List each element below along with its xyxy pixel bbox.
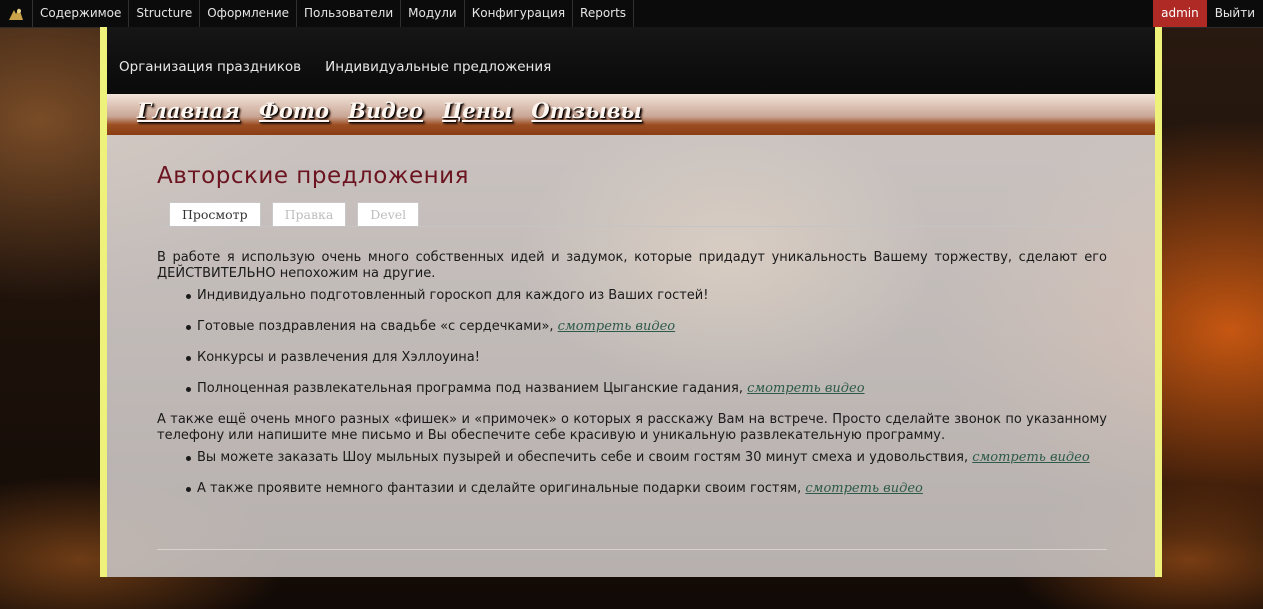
page-title: Авторские предложения [157, 163, 469, 189]
watch-video-link[interactable]: смотреть видео [558, 319, 675, 334]
list-item: А также проявите немного фантазии и сдел… [157, 481, 1107, 512]
watch-video-link[interactable]: смотреть видео [972, 450, 1089, 465]
user-account-link[interactable]: admin [1153, 0, 1207, 27]
nav-prices[interactable]: Цены [442, 98, 512, 123]
list-item: Готовые поздравления на свадьбе «с серде… [157, 319, 1107, 350]
list-item-text: Конкурсы и развлечения для Хэллоуина! [197, 350, 480, 365]
list-item-text: А также проявите немного фантазии и сдел… [197, 481, 806, 496]
list-item-text: Полноценная развлекательная программа по… [197, 381, 748, 396]
nav-video[interactable]: Видео [348, 98, 423, 123]
admin-menu-appearance[interactable]: Оформление [200, 0, 298, 27]
list-item: Индивидуально подготовленный гороскоп дл… [157, 288, 1107, 319]
logout-link[interactable]: Выйти [1207, 0, 1263, 27]
list-item-text: Готовые поздравления на свадьбе «с серде… [197, 319, 558, 334]
offers-list-1: Индивидуально подготовленный гороскоп дл… [157, 288, 1107, 412]
admin-menu-people[interactable]: Пользователи [297, 0, 402, 27]
admin-menu-configuration[interactable]: Конфигурация [465, 0, 574, 27]
offers-list-2: Вы можете заказать Шоу мыльных пузырей и… [157, 450, 1107, 512]
main-nav: Главная Фото Видео Цены Отзывы [107, 94, 1155, 135]
header-links: Организация праздников Индивидуальные пр… [119, 59, 551, 75]
header-link-individual-offers[interactable]: Индивидуальные предложения [325, 59, 551, 75]
nav-reviews[interactable]: Отзывы [531, 98, 641, 123]
admin-user-area: admin Выйти [1153, 0, 1263, 27]
local-tasks-tabs: Просмотр Правка Devel [169, 202, 420, 226]
article-body: В работе я использую очень много собстве… [157, 250, 1107, 512]
nav-home[interactable]: Главная [137, 98, 240, 123]
main-content: Авторские предложения Просмотр Правка De… [107, 135, 1155, 577]
tab-view[interactable]: Просмотр [169, 202, 261, 226]
intro-paragraph: В работе я использую очень много собстве… [157, 250, 1107, 281]
nav-photo[interactable]: Фото [259, 98, 329, 123]
list-item-text: Вы можете заказать Шоу мыльных пузырей и… [197, 450, 973, 465]
admin-toolbar: Содержимое Structure Оформление Пользова… [0, 0, 1263, 28]
tab-devel[interactable]: Devel [357, 202, 420, 226]
watch-video-link[interactable]: смотреть видео [747, 381, 864, 396]
middle-paragraph: А также ещё очень много разных «фишек» и… [157, 412, 1107, 443]
admin-menu-modules[interactable]: Модули [401, 0, 465, 27]
header-link-celebrations[interactable]: Организация праздников [119, 59, 301, 75]
site-header: Организация праздников Индивидуальные пр… [107, 27, 1155, 94]
list-item-text: Индивидуально подготовленный гороскоп дл… [197, 288, 709, 303]
tab-edit[interactable]: Правка [271, 202, 347, 226]
list-item: Вы можете заказать Шоу мыльных пузырей и… [157, 450, 1107, 481]
content-divider [157, 549, 1107, 550]
admin-menu-reports[interactable]: Reports [573, 0, 635, 27]
admin-menu-structure[interactable]: Structure [129, 0, 201, 27]
watch-video-link[interactable]: смотреть видео [805, 481, 922, 496]
list-item: Полноценная развлекательная программа по… [157, 381, 1107, 412]
home-icon[interactable] [0, 0, 33, 27]
admin-menu: Содержимое Structure Оформление Пользова… [33, 0, 635, 27]
page-container: Организация праздников Индивидуальные пр… [100, 27, 1162, 577]
list-item: Конкурсы и развлечения для Хэллоуина! [157, 350, 1107, 381]
tabs-divider [157, 226, 1107, 227]
admin-menu-content[interactable]: Содержимое [33, 0, 130, 27]
